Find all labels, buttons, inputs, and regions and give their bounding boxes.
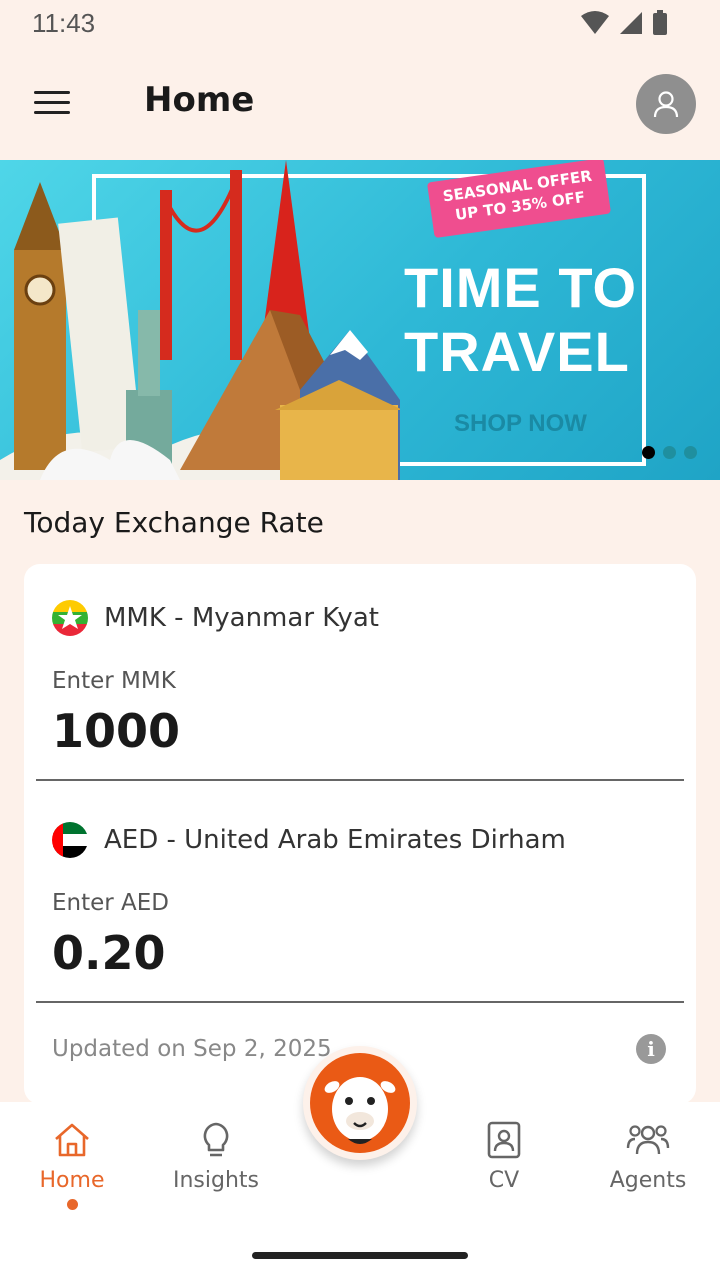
status-time: 11:43 — [32, 8, 96, 38]
nav-insights-label: Insights — [172, 1168, 259, 1193]
to-currency-name: AED - United Arab Emirates Dirham — [104, 825, 566, 855]
carousel-dot-active[interactable] — [642, 446, 655, 459]
center-action-button[interactable] — [303, 1046, 417, 1160]
home-icon — [55, 1123, 89, 1157]
battery-icon — [653, 10, 667, 35]
lightbulb-icon — [203, 1122, 229, 1157]
to-amount-label: Enter AED — [52, 890, 170, 916]
banner-headline: TIME TO TRAVEL — [404, 256, 637, 384]
nav-home-label: Home — [39, 1168, 105, 1193]
menu-line — [34, 111, 70, 114]
carousel-dot[interactable] — [684, 446, 697, 459]
promo-banner[interactable]: SEASONAL OFFER UP TO 35% OFF TIME TO TRA… — [0, 160, 720, 480]
agents-icon — [626, 1125, 670, 1155]
from-amount-input[interactable]: 1000 — [52, 704, 180, 758]
wifi-icon — [581, 11, 609, 34]
from-currency-name: MMK - Myanmar Kyat — [104, 603, 379, 633]
carousel-dots — [642, 446, 697, 459]
gesture-bar[interactable] — [252, 1252, 468, 1259]
active-indicator — [66, 1199, 78, 1210]
cv-icon — [487, 1121, 521, 1159]
to-amount-input[interactable]: 0.20 — [52, 926, 166, 980]
to-currency-selector[interactable]: AED - United Arab Emirates Dirham — [52, 822, 566, 858]
nav-insights[interactable]: Insights — [146, 1120, 286, 1193]
uae-flag-icon — [52, 822, 88, 858]
section-title: Today Exchange Rate — [24, 506, 324, 539]
camel-mascot-icon — [310, 1053, 410, 1153]
from-currency-selector[interactable]: MMK - Myanmar Kyat — [52, 600, 379, 636]
shop-now-cta[interactable]: SHOP NOW — [454, 410, 587, 438]
user-icon — [653, 91, 679, 118]
from-amount-label: Enter MMK — [52, 668, 176, 694]
profile-avatar-button[interactable] — [636, 74, 696, 134]
divider — [36, 779, 684, 781]
headline-line1: TIME TO — [404, 256, 638, 319]
status-bar: 11:43 — [0, 0, 720, 48]
nav-agents[interactable]: Agents — [578, 1120, 718, 1193]
app-bar: Home — [0, 56, 720, 156]
nav-cv-label: CV — [488, 1168, 520, 1193]
nav-agents-label: Agents — [609, 1168, 687, 1193]
page-title: Home — [144, 80, 255, 120]
nav-home[interactable]: Home — [2, 1120, 142, 1210]
signal-icon — [620, 12, 642, 34]
menu-line — [34, 91, 70, 94]
headline-line2: TRAVEL — [404, 320, 630, 383]
nav-cv[interactable]: CV — [434, 1120, 574, 1193]
status-icons — [580, 10, 668, 36]
updated-timestamp: Updated on Sep 2, 2025 — [52, 1036, 332, 1062]
menu-line — [34, 101, 70, 104]
menu-button[interactable] — [32, 84, 80, 124]
carousel-dot[interactable] — [663, 446, 676, 459]
landmarks-illustration — [0, 160, 400, 480]
info-icon[interactable]: i — [636, 1034, 666, 1064]
myanmar-flag-icon — [52, 600, 88, 636]
exchange-card: MMK - Myanmar Kyat Enter MMK 1000 AED - … — [24, 564, 696, 1104]
divider — [36, 1001, 684, 1003]
